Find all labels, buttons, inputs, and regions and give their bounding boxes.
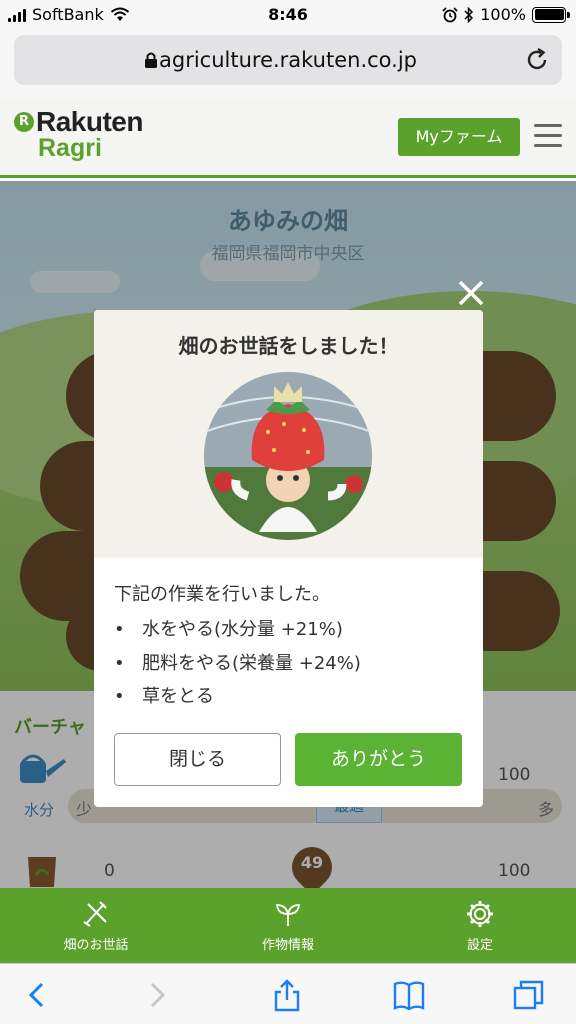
tab-label: 作物情報 <box>261 938 314 953</box>
task-text: 水をやる(水分量 +21%) <box>142 619 343 640</box>
tab-label: 畑のお世話 <box>63 938 129 953</box>
care-result-dialog: 畑のお世話をしました！ 下記の作業を行いました。 • 水をやる(水分量 +21%) <box>94 310 483 807</box>
browser-address-area: agriculture.rakuten.co.jp <box>0 30 576 98</box>
bluetooth-icon <box>464 6 474 23</box>
farm-tools-icon <box>83 901 107 927</box>
strawberry-mascot-image <box>204 372 372 540</box>
battery-icon <box>532 6 570 23</box>
close-icon[interactable] <box>456 278 486 308</box>
dialog-title: 畑のお世話をしました！ <box>178 334 399 358</box>
task-item: • 肥料をやる(栄養量 +24%) <box>114 649 361 675</box>
status-bar: SoftBank 8:46 100% <box>0 0 576 30</box>
bullet: • <box>114 653 125 674</box>
sprout-icon <box>275 904 301 926</box>
alarm-icon <box>442 6 458 22</box>
logo-badge: R <box>14 112 34 132</box>
task-text: 肥料をやる(栄養量 +24%) <box>142 653 361 674</box>
dialog-header: 畑のお世話をしました！ <box>94 310 483 558</box>
browser-toolbar <box>0 963 576 1024</box>
bullet: • <box>114 686 125 707</box>
tab-farm-care[interactable]: 畑のお世話 <box>0 888 192 963</box>
tab-label: 設定 <box>466 938 493 953</box>
back-icon[interactable] <box>20 978 54 1012</box>
logo-ragri: Ragri <box>38 134 102 162</box>
tab-crop-info[interactable]: 作物情報 <box>192 888 384 963</box>
system-indicators: 100% <box>442 5 570 24</box>
tabs-icon[interactable] <box>512 978 546 1012</box>
address-bar[interactable]: agriculture.rakuten.co.jp <box>14 35 562 85</box>
bookmarks-icon[interactable] <box>392 978 426 1012</box>
close-button[interactable]: 閉じる <box>114 733 281 786</box>
gear-icon <box>467 901 493 927</box>
reload-icon[interactable] <box>524 47 550 73</box>
thanks-button[interactable]: ありがとう <box>295 733 462 786</box>
forward-icon[interactable] <box>140 978 174 1012</box>
task-item: • 水をやる(水分量 +21%) <box>114 615 343 641</box>
menu-icon[interactable] <box>534 124 562 148</box>
dialog-message: 下記の作業を行いました。 <box>114 584 330 605</box>
myfarm-button[interactable]: Myファーム <box>398 118 520 156</box>
share-icon[interactable] <box>270 978 304 1012</box>
bullet: • <box>114 619 125 640</box>
battery-percent: 100% <box>480 5 526 24</box>
tab-bar: 畑のお世話 作物情報 設定 <box>0 888 576 963</box>
url-text: agriculture.rakuten.co.jp <box>159 48 417 72</box>
site-header: R Rakuten Ragri Myファーム <box>0 98 576 178</box>
task-item: • 草をとる <box>114 682 214 708</box>
tab-settings[interactable]: 設定 <box>384 888 576 963</box>
task-text: 草をとる <box>142 686 214 707</box>
